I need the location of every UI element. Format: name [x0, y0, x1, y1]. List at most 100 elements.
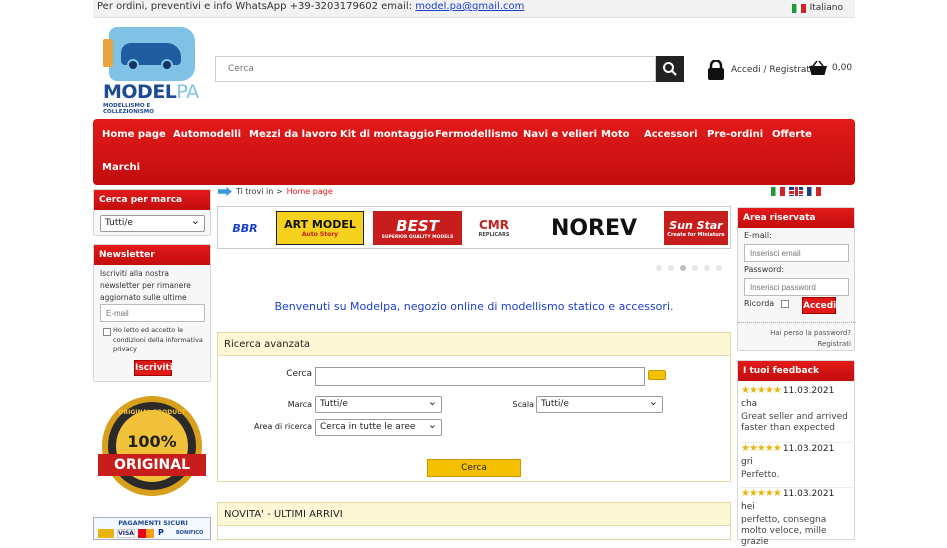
login-email-label: E-mail: [744, 231, 772, 240]
brand-logo-cmr[interactable]: CMR REPLICARS [469, 211, 519, 245]
nav-kit-di-montaggio[interactable]: Kit di montaggio [340, 129, 434, 140]
privacy-text: Ho letto ed accetto le condizioni della … [113, 326, 203, 353]
top-info-bar: Per ordini, preventivi e info WhatsApp +… [93, 0, 855, 18]
advanced-search-button[interactable]: Cerca [427, 459, 521, 477]
feedback-author: cha [741, 399, 758, 409]
nav-home[interactable]: Home page [102, 129, 166, 140]
french-flag-icon[interactable] [807, 187, 821, 196]
main-navigation: Home page Automodelli Mezzi da lavoro Ki… [93, 119, 855, 185]
basket-icon [809, 60, 827, 75]
brand-filter-title: Cerca per marca [94, 190, 210, 210]
search-area-select[interactable]: Cerca in tutte le aree [315, 418, 442, 436]
brand-label: Marca [287, 400, 312, 409]
carousel-dots [656, 265, 722, 271]
sunstar-sub: Create for Miniature [667, 231, 725, 238]
logo-brand-b: PA [176, 81, 199, 103]
feedback-text: Great seller and arrived faster than exp… [741, 412, 848, 433]
login-email-input[interactable] [744, 244, 849, 262]
remember-label: Ricorda [744, 299, 775, 308]
advanced-search-input[interactable] [315, 367, 645, 386]
site-logo[interactable]: MODELPA MODELLISMO E COLLEZIONISMO [103, 25, 199, 115]
privacy-checkbox[interactable] [103, 328, 111, 336]
badge-top-text: ORIGINAL PRODUCT [118, 409, 186, 416]
advanced-search-go-icon[interactable] [648, 370, 666, 380]
breadcrumb: Ti trovi in > Home page [218, 187, 333, 196]
carousel-dot[interactable] [716, 265, 722, 271]
wheel-icon [161, 59, 173, 71]
carousel-dot[interactable] [668, 265, 674, 271]
email-link[interactable]: model.pa@gmail.com [415, 1, 524, 12]
nav-moto[interactable]: Moto [601, 129, 629, 140]
nav-fermodellismo[interactable]: Fermodellismo [435, 129, 518, 140]
carousel-dot-active[interactable] [680, 265, 686, 271]
brand-logo-best[interactable]: BEST SUPERIOR QUALITY MODELS [373, 211, 462, 245]
subscribe-button[interactable]: Iscriviti [134, 360, 173, 376]
original-product-badge: ORIGINAL PRODUCT 100% ORIGINAL [96, 396, 208, 500]
artmodel-name: ART MODEL [284, 218, 356, 231]
login-password-label: Password: [744, 265, 785, 274]
nav-marchi[interactable]: Marchi [102, 162, 140, 173]
nav-pre-ordini[interactable]: Pre-ordini [707, 129, 763, 140]
search-area-label: Area di ricerca [253, 422, 312, 431]
feedback-item: ★★★★★ 11.03.2021 gri Perfetto. [741, 442, 853, 481]
breadcrumb-prefix: Ti trovi in > [236, 187, 283, 196]
logo-tagline: MODELLISMO E COLLEZIONISMO [103, 103, 154, 115]
breadcrumb-home-link[interactable]: Home page [287, 187, 333, 196]
search-icon [663, 62, 677, 76]
language-selector[interactable]: Italiano [791, 3, 843, 13]
best-sub: SUPERIOR QUALITY MODELS [381, 234, 454, 240]
sunstar-name: Sun Star [669, 218, 723, 232]
rating-stars-icon: ★★★★★ [741, 385, 782, 396]
login-register-link[interactable]: Accedi / Registrati [707, 60, 812, 80]
carousel-dot[interactable] [692, 265, 698, 271]
feedback-date: 11.03.2021 [782, 386, 835, 396]
logo-brand-a: MODEL [103, 81, 177, 103]
brand-logo-norev[interactable]: NOREV [531, 211, 657, 245]
arrow-right-icon [218, 187, 232, 196]
account-label: Accedi / Registrati [731, 65, 813, 75]
english-flag-icon[interactable] [789, 187, 803, 196]
badge-label: ORIGINAL [113, 457, 191, 473]
brand-logo-sunstar[interactable]: Sun Star Create for Miniature [664, 211, 728, 245]
nav-navi-e-velieri[interactable]: Navi e velieri [523, 129, 597, 140]
brand-logo-artmodel[interactable]: ART MODEL Auto Story [276, 211, 364, 245]
payments-title: PAGAMENTI SICURI [118, 519, 188, 527]
welcome-text: Benvenuti su Modelpa, negozio online di … [274, 300, 674, 313]
contact-text: Per ordini, preventivi e info WhatsApp +… [97, 1, 413, 12]
search-keyword-label: Cerca [286, 369, 312, 379]
newsletter-title: Newsletter [94, 245, 210, 265]
paypal-icon: P [158, 528, 164, 537]
nav-accessori[interactable]: Accessori [644, 129, 698, 140]
brand-select[interactable]: Tutti/e [315, 395, 442, 413]
forgot-password-link[interactable]: Hai perso la password? [770, 329, 851, 337]
remember-checkbox[interactable] [781, 300, 789, 308]
news-title: NOVITA' - ULTIMI ARRIVI [218, 503, 730, 526]
brand-filter-panel: Cerca per marca Tutti/e [93, 189, 211, 236]
nav-automodelli[interactable]: Automodelli [173, 129, 241, 140]
language-label: Italiano [809, 3, 843, 13]
login-password-input[interactable] [744, 278, 849, 296]
bottle-neck-icon [103, 39, 113, 67]
divider [738, 322, 856, 323]
register-link[interactable]: Registrati [818, 340, 852, 348]
carousel-dot[interactable] [704, 265, 710, 271]
feedback-author: gri [741, 457, 753, 467]
newsletter-panel: Newsletter Iscriviti alla nostra newslet… [93, 244, 211, 382]
lock-icon [708, 60, 724, 80]
login-button[interactable]: Accedi [802, 297, 836, 314]
search-input[interactable] [215, 56, 656, 82]
carousel-dot[interactable] [656, 265, 662, 271]
news-box: NOVITA' - ULTIMI ARRIVI [217, 502, 731, 540]
login-title: Area riservata [738, 208, 854, 228]
italian-flag-icon[interactable] [771, 187, 785, 196]
feedback-text: Perfetto. [741, 470, 780, 480]
brand-filter-select[interactable]: Tutti/e [100, 214, 205, 232]
scale-select[interactable]: Tutti/e [536, 395, 663, 413]
newsletter-email-input[interactable] [100, 304, 205, 322]
search-button[interactable] [656, 56, 684, 82]
cmr-name: CMR [479, 218, 509, 232]
nav-offerte[interactable]: Offerte [772, 129, 812, 140]
nav-mezzi-da-lavoro[interactable]: Mezzi da lavoro [249, 129, 337, 140]
brand-logo-bbr[interactable]: BBR [224, 211, 266, 245]
cart-link[interactable]: 0,00 [808, 60, 852, 76]
